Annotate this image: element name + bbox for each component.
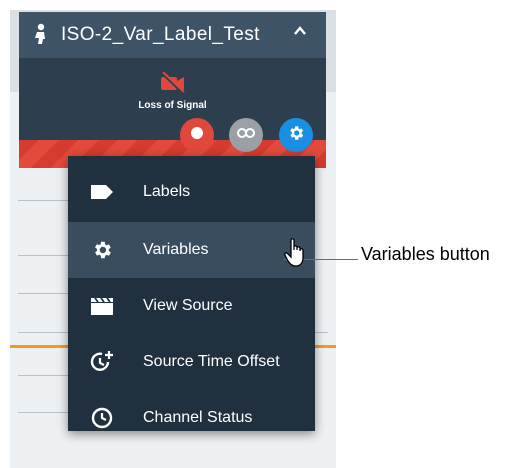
gear-icon (88, 236, 116, 264)
chevron-up-icon[interactable] (293, 24, 307, 43)
channel-title: ISO-2_Var_Label_Test (61, 24, 260, 45)
menu-item-label: Variables (143, 241, 209, 258)
hand-cursor-icon (284, 238, 308, 273)
channel-card[interactable]: ISO-2_Var_Label_Test Loss of Signal (19, 12, 326, 168)
person-icon (31, 23, 49, 50)
grid-line (18, 255, 68, 256)
clapperboard-icon (88, 292, 116, 320)
settings-button[interactable] (279, 118, 313, 152)
menu-item-view-source[interactable]: View Source (68, 278, 315, 334)
link-button[interactable] (229, 118, 263, 152)
menu-item-source-time-offset[interactable]: Source Time Offset (68, 334, 315, 390)
record-button[interactable] (180, 118, 214, 152)
link-icon (237, 126, 255, 144)
menu-item-label: View Source (143, 297, 233, 314)
grid-line (18, 200, 68, 201)
menu-item-label: Channel Status (143, 409, 253, 426)
clock-icon (88, 404, 116, 432)
label-icon (88, 178, 116, 206)
menu-item-label: Source Time Offset (143, 353, 280, 370)
grid-line (18, 375, 68, 376)
menu-item-label: Labels (143, 183, 191, 200)
no-video-icon (160, 71, 186, 99)
context-menu: Labels Variables View Source Source Time… (68, 156, 315, 431)
menu-item-channel-status[interactable]: Channel Status (68, 390, 315, 446)
callout-label: Variables button (361, 244, 490, 264)
loss-of-signal-text: Loss of Signal (138, 100, 207, 111)
gear-icon (287, 124, 305, 147)
clock-plus-icon (88, 348, 116, 376)
grid-line (18, 412, 68, 413)
record-icon (190, 126, 204, 145)
menu-item-variables[interactable]: Variables (68, 222, 315, 278)
grid-line (18, 293, 68, 294)
menu-item-labels[interactable]: Labels (68, 164, 315, 220)
card-header[interactable]: ISO-2_Var_Label_Test (19, 12, 326, 58)
